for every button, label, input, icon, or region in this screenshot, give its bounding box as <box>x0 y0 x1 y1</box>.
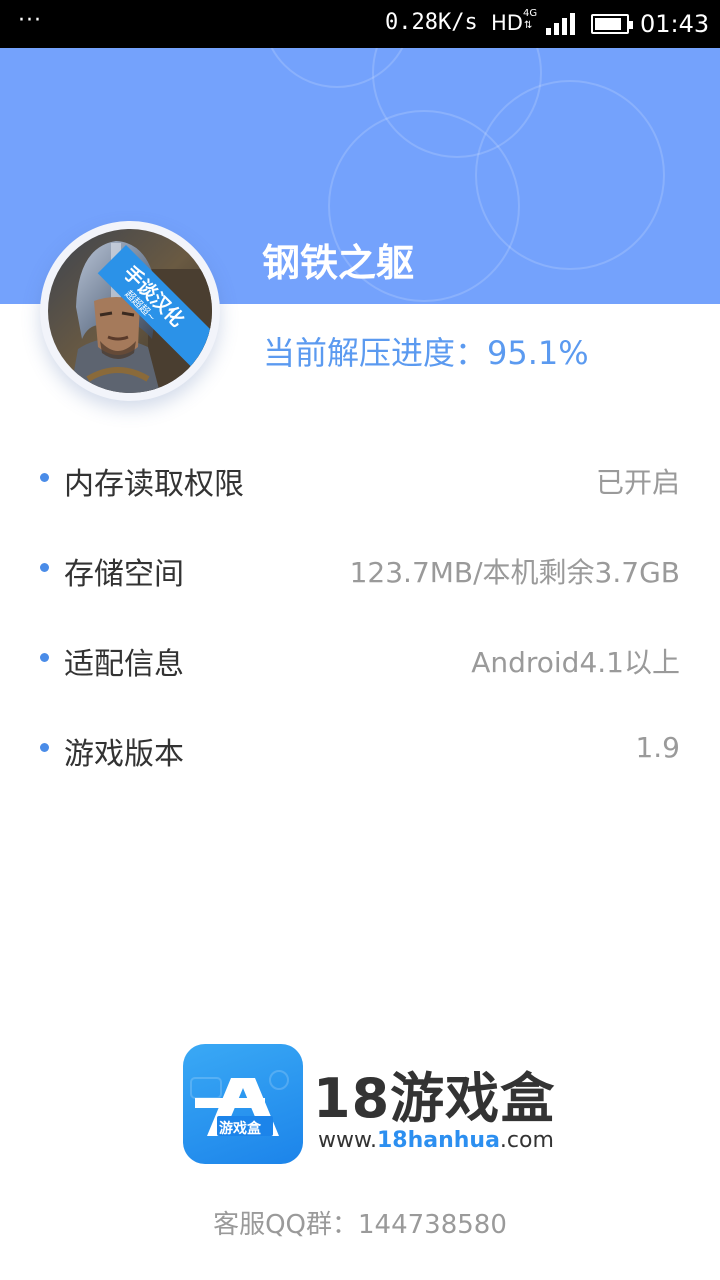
brand-logo-icon: 游戏盒 <box>183 1044 303 1164</box>
info-row-permission: 内存读取权限 已开启 <box>0 449 720 509</box>
decor-bubble <box>475 80 665 270</box>
bullet-icon <box>40 653 49 662</box>
info-value: 123.7MB/本机剩余3.7GB <box>349 556 680 589</box>
info-row-compatibility: 适配信息 Android4.1以上 <box>0 629 720 689</box>
hd-indicator: HD <box>491 11 523 35</box>
support-qq-group: 客服QQ群：144738580 <box>0 1204 720 1241</box>
data-activity-icon: ⇅ <box>524 20 533 31</box>
signal-icon <box>546 13 580 35</box>
clock: 01:43 <box>640 10 710 38</box>
info-row-storage: 存储空间 123.7MB/本机剩余3.7GB <box>0 539 720 599</box>
progress-value: 95.1% <box>487 334 589 372</box>
extract-progress: 当前解压进度：95.1% <box>263 328 589 374</box>
info-value: 1.9 <box>635 731 680 764</box>
info-label: 适配信息 <box>64 647 184 682</box>
battery-icon <box>591 14 633 34</box>
brand-url: www.18hanhua.com <box>318 1128 554 1153</box>
game-icon-image: 手谈汉化 超超超~ <box>48 229 212 393</box>
overflow-dots-icon: ··· <box>18 8 42 33</box>
url-suffix: .com <box>499 1128 554 1153</box>
bullet-icon <box>40 563 49 572</box>
game-avatar: 手谈汉化 超超超~ <box>40 221 220 401</box>
info-label: 游戏版本 <box>64 737 184 772</box>
game-title: 钢铁之躯 <box>262 240 415 285</box>
url-domain: 18hanhua <box>376 1128 500 1153</box>
network-type: 4G <box>523 8 538 19</box>
bullet-icon <box>40 743 49 752</box>
brand-tile-text: 游戏盒 <box>219 1121 261 1137</box>
brand-name: 18游戏盒 <box>313 1067 556 1130</box>
info-value: Android4.1以上 <box>471 646 680 679</box>
info-value: 已开启 <box>595 466 680 499</box>
info-row-version: 游戏版本 1.9 <box>0 719 720 779</box>
qq-number: 144738580 <box>358 1210 507 1240</box>
network-speed: 0.28K/s <box>385 10 478 35</box>
bullet-icon <box>40 473 49 482</box>
qq-label: 客服QQ群： <box>213 1210 359 1240</box>
progress-label: 当前解压进度： <box>263 334 488 372</box>
url-prefix: www. <box>318 1128 377 1153</box>
info-label: 存储空间 <box>64 557 184 592</box>
info-label: 内存读取权限 <box>64 467 244 502</box>
status-bar: ··· 0.28K/s HD 4G ⇅ 01:43 <box>0 0 720 48</box>
